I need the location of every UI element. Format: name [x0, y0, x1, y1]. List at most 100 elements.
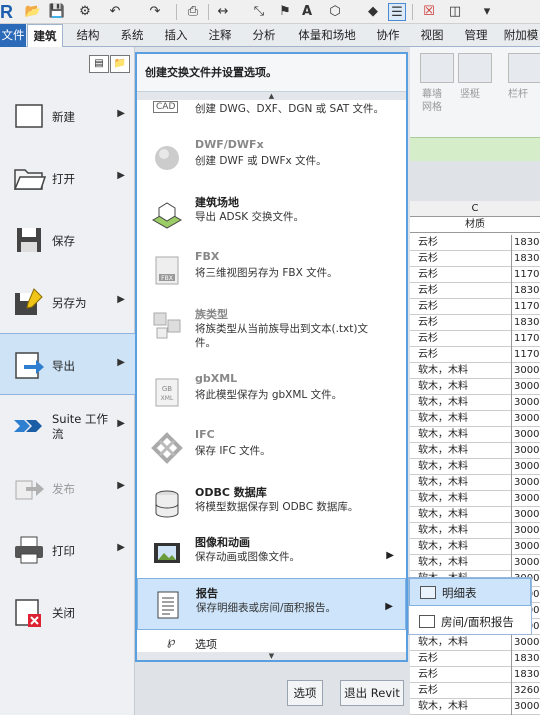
export-item-gbxml[interactable]: GB XML gbXML 将此模型保存为 gbXML 文件。 — [137, 366, 406, 420]
export-item-ifc[interactable]: IFC 保存 IFC 文件。 — [137, 422, 406, 476]
cell-material: 软木，木料 — [418, 445, 468, 456]
cell-value: 3000 — [511, 443, 539, 459]
table-row[interactable]: 云杉 1830 — [410, 251, 540, 267]
tab-structure[interactable]: 结构 — [70, 24, 106, 47]
measure-icon[interactable]: ↔ — [214, 3, 232, 21]
table-row[interactable]: 软木，木料 3000 — [410, 443, 540, 459]
schedule-table-icon — [420, 586, 436, 599]
export-item-options[interactable]: ℘ 选项 — [137, 634, 406, 652]
table-row[interactable]: 云杉 1830 — [410, 651, 540, 667]
tag-icon[interactable]: ⚑ — [276, 3, 294, 21]
table-row[interactable]: 软木，木料 3000 — [410, 411, 540, 427]
tab-massing-site[interactable]: 体量和场地 — [292, 24, 362, 47]
tab-architecture[interactable]: 建筑 — [27, 24, 63, 48]
menu-item-publish[interactable]: 发布 ▶ — [0, 457, 135, 519]
cell-value: 3000 — [511, 427, 539, 443]
tab-insert[interactable]: 插入 — [158, 24, 194, 47]
cell-material: 云杉 — [418, 301, 438, 312]
tab-view[interactable]: 视图 — [414, 24, 450, 47]
section-icon[interactable]: ◆ — [364, 3, 382, 21]
menu-item-open[interactable]: 打开 ▶ — [0, 147, 135, 209]
open-documents-icon[interactable]: 📁 — [110, 55, 130, 73]
menu-item-print[interactable]: 打印 ▶ — [0, 519, 135, 581]
cell-value: 3000 — [511, 539, 539, 555]
revit-logo[interactable]: R — [0, 0, 14, 24]
table-row[interactable]: 软木，木料 3000 — [410, 475, 540, 491]
fbx-file-icon: FBX — [155, 256, 179, 285]
table-row[interactable]: 云杉 1830 — [410, 235, 540, 251]
customize-dropdown-icon[interactable]: ▾ — [478, 3, 496, 21]
table-row[interactable]: 云杉 1170 — [410, 267, 540, 283]
tab-manage[interactable]: 管理 — [458, 24, 494, 47]
table-row[interactable]: 软木，木料 3000 — [410, 635, 540, 651]
table-row[interactable]: 云杉 1830 — [410, 667, 540, 683]
cell-material: 软木，木料 — [418, 637, 468, 648]
export-item-odbc[interactable]: ODBC 数据库 将模型数据保存到 ODBC 数据库。 — [137, 478, 406, 532]
3d-view-icon[interactable]: ⬡ — [326, 3, 344, 21]
undo-icon[interactable]: ↶ — [106, 3, 124, 21]
menu-item-new[interactable]: 新建 ▶ — [0, 85, 135, 147]
table-row[interactable]: 软木，木料 3000 — [410, 395, 540, 411]
tab-file[interactable]: 文件 — [0, 24, 26, 47]
table-row[interactable]: 软木，木料 3000 — [410, 427, 540, 443]
table-row[interactable]: 云杉 1170 — [410, 299, 540, 315]
export-item-dwf[interactable]: DWF/DWFx 创建 DWF 或 DWFx 文件。 — [137, 132, 406, 186]
menu-item-close[interactable]: 关闭 — [0, 581, 135, 643]
dimension-icon[interactable]: ⤡ — [250, 3, 268, 21]
table-row[interactable]: 云杉 3260 — [410, 683, 540, 699]
menu-item-export[interactable]: 导出 ▶ — [0, 333, 135, 395]
sync-icon[interactable]: ⚙ — [76, 3, 94, 21]
table-row[interactable]: 云杉 1830 — [410, 315, 540, 331]
exit-revit-button[interactable]: 退出 Revit — [340, 680, 404, 706]
switch-windows-icon[interactable]: ◫ — [446, 3, 464, 21]
table-row[interactable]: 软木，木料 3000 — [410, 539, 540, 555]
menu-item-save[interactable]: 保存 — [0, 209, 135, 271]
recent-documents-icon[interactable]: ▤ — [89, 55, 109, 73]
save-icon[interactable]: 💾 — [48, 3, 66, 21]
tab-annotate[interactable]: 注释 — [202, 24, 238, 47]
table-row[interactable]: 软木，木料 3000 — [410, 459, 540, 475]
close-hidden-icon[interactable]: ☒ — [420, 3, 438, 21]
railing-icon — [508, 53, 540, 83]
table-row[interactable]: 软木，木料 3000 — [410, 699, 540, 715]
menu-label-print: 打印 — [52, 544, 75, 558]
menu-item-suite-workflows[interactable]: Suite 工作流 ▶ — [0, 395, 135, 457]
options-button[interactable]: 选项 — [287, 680, 323, 706]
export-item-title: ODBC 数据库 — [195, 486, 267, 499]
export-item-images-animations[interactable]: 图像和动画 保存动画或图像文件。 ▶ — [137, 528, 406, 582]
tab-collaborate[interactable]: 协作 — [370, 24, 406, 47]
table-row[interactable]: 软木，木料 3000 — [410, 379, 540, 395]
scroll-down-arrow[interactable]: ▼ — [137, 652, 406, 660]
menu-item-save-as[interactable]: 另存为 ▶ — [0, 271, 135, 333]
column-subheader: 材质 — [410, 217, 540, 233]
svg-text:GB: GB — [162, 385, 172, 393]
print-icon[interactable]: ⎙ — [184, 3, 202, 21]
flyout-label: 房间/面积报告 — [441, 615, 514, 629]
export-item-fbx[interactable]: FBX FBX 将三维视图另存为 FBX 文件。 — [137, 244, 406, 298]
text-icon[interactable]: A — [298, 3, 316, 21]
table-row[interactable]: 软木，木料 3000 — [410, 555, 540, 571]
export-submenu: 创建交换文件并设置选项。 ▲ CAD 创建 DWG、DXF、DGN 或 SAT … — [135, 52, 408, 662]
table-row[interactable]: 云杉 1170 — [410, 347, 540, 363]
export-item-building-site[interactable]: 建筑场地 导出 ADSK 交换文件。 — [137, 188, 406, 242]
table-row[interactable]: 软木，木料 3000 — [410, 491, 540, 507]
tab-systems[interactable]: 系统 — [114, 24, 150, 47]
menu-label-open: 打开 — [52, 172, 75, 186]
table-row[interactable]: 云杉 1830 — [410, 283, 540, 299]
cell-value: 1170 — [511, 299, 539, 315]
open-icon[interactable]: 📂 — [24, 3, 42, 21]
tab-addins[interactable]: 附加模 — [502, 24, 540, 47]
flyout-item-schedule[interactable]: 明细表 — [409, 578, 531, 606]
table-row[interactable]: 软木，木料 3000 — [410, 363, 540, 379]
export-item-reports[interactable]: 报告 保存明细表或房间/面积报告。 ▶ — [137, 578, 406, 630]
thin-lines-icon[interactable]: ☰ — [388, 3, 406, 21]
export-item-title: FBX — [195, 250, 220, 263]
table-row[interactable]: 云杉 1170 — [410, 331, 540, 347]
redo-icon[interactable]: ↷ — [146, 3, 164, 21]
flyout-item-room-area-report[interactable]: 房间/面积报告 — [409, 608, 531, 636]
export-item-family-types[interactable]: 族类型 将族类型从当前族导出到文本(.txt)文件。 — [137, 300, 406, 360]
export-item-cad[interactable]: CAD 创建 DWG、DXF、DGN 或 SAT 文件。 — [137, 98, 406, 118]
table-row[interactable]: 软木，木料 3000 — [410, 523, 540, 539]
table-row[interactable]: 软木，木料 3000 — [410, 507, 540, 523]
tab-analyze[interactable]: 分析 — [246, 24, 282, 47]
